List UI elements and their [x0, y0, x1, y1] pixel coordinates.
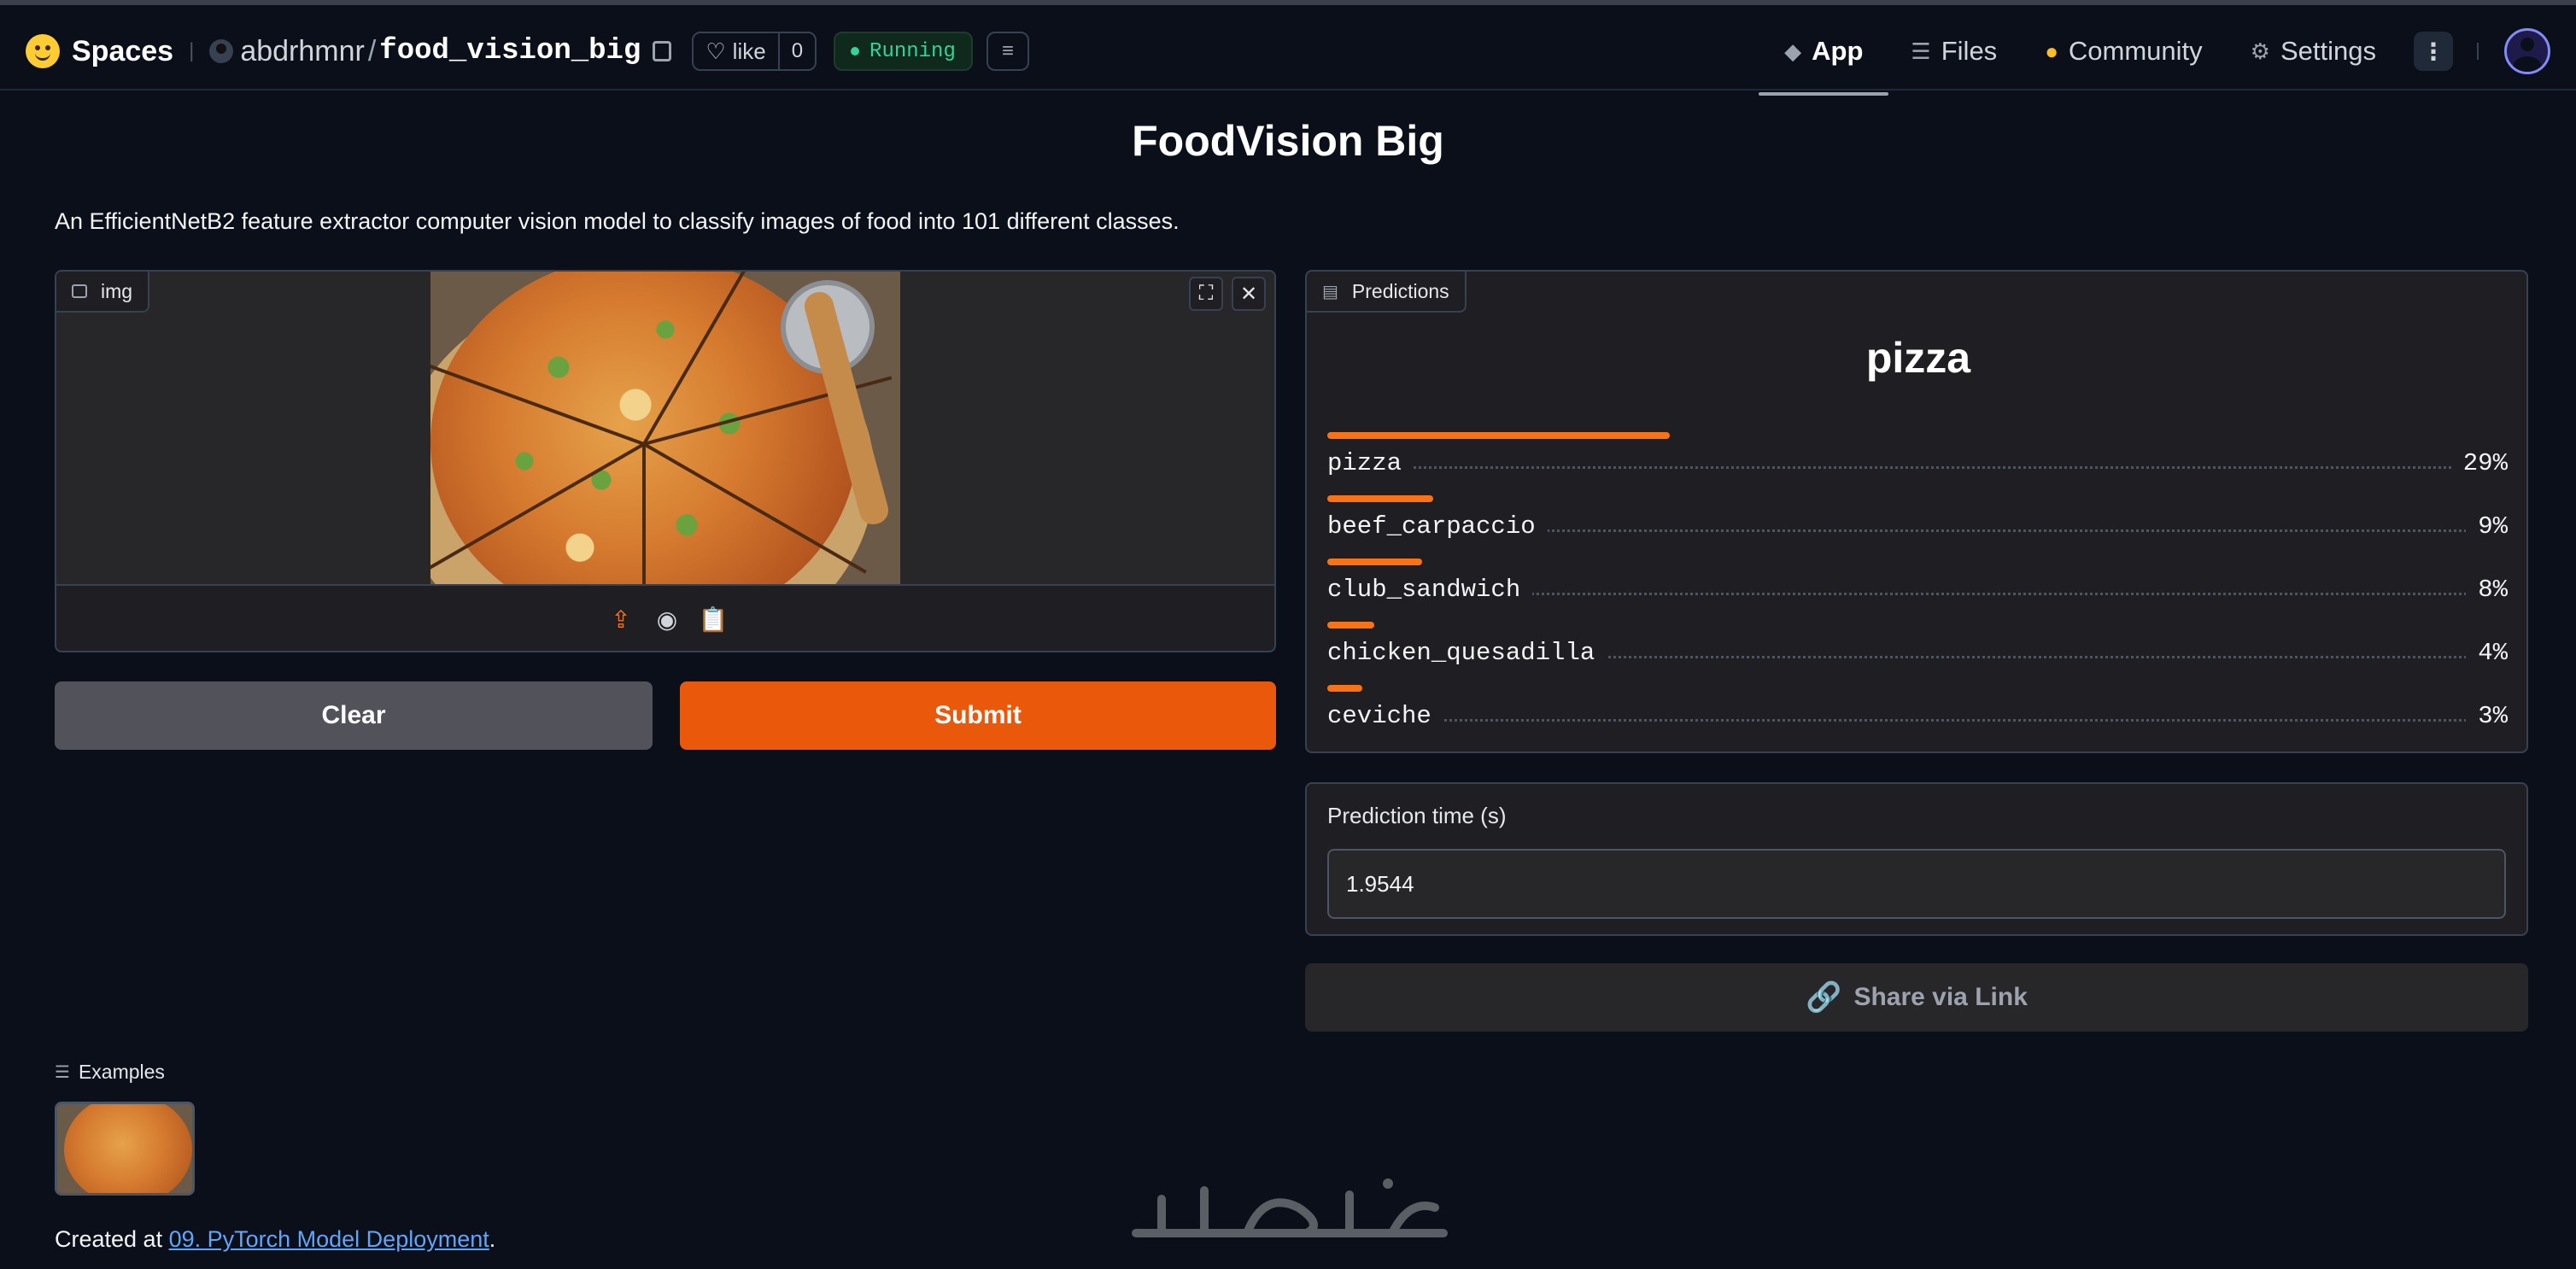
files-icon: ☰: [1911, 38, 1931, 64]
spaces-link[interactable]: Spaces: [72, 35, 173, 68]
cube-icon: ◆: [1784, 38, 1802, 64]
footer-link[interactable]: 09. PyTorch Model Deployment: [169, 1226, 489, 1252]
tab-settings-label: Settings: [2280, 36, 2376, 66]
confidence-row[interactable]: ceviche 3%: [1327, 685, 2508, 748]
confidence-bar: [1327, 622, 1374, 629]
webcam-icon[interactable]: ◉: [653, 605, 681, 633]
uploaded-image: [430, 272, 900, 584]
predictions-panel: ▤ Predictions pizza pizza 29% beef_carpa…: [1305, 270, 2528, 753]
confidence-label: chicken_quesadilla: [1327, 639, 1607, 667]
image-input-label: img: [56, 272, 150, 313]
like-label: like: [732, 38, 766, 64]
image-preview-area[interactable]: [56, 272, 1274, 584]
bar-chart-icon: ▤: [1322, 282, 1338, 301]
space-tabs: ◆ App ☰ Files ● Community ⚙ Settings ⋮: [1736, 27, 2550, 96]
examples-header: ☰ Examples: [55, 1061, 165, 1084]
source-selector: ⇪ ◉ 📋: [56, 584, 1274, 651]
like-button[interactable]: ♡ like 0: [692, 32, 817, 71]
predictions-label-text: Predictions: [1351, 279, 1449, 302]
avatar[interactable]: [2504, 28, 2550, 74]
confidence-label: ceviche: [1327, 702, 1443, 730]
page-title: FoodVision Big: [1132, 117, 1444, 165]
status-badge[interactable]: Running: [834, 32, 973, 71]
status-dot-icon: [851, 47, 860, 56]
image-input-label-text: img: [101, 279, 133, 302]
gear-icon: ⚙: [2250, 38, 2270, 64]
owner-link[interactable]: abdrhmnr: [240, 35, 365, 68]
confidence-row[interactable]: pizza 29%: [1327, 432, 2508, 495]
confidence-percent: 9%: [2466, 512, 2508, 541]
tab-app-label: App: [1812, 36, 1864, 66]
heart-icon: ♡: [705, 38, 726, 64]
confidence-percent: 3%: [2466, 702, 2508, 730]
close-icon[interactable]: ✕: [1232, 277, 1266, 311]
prediction-time-label: Prediction time (s): [1327, 803, 1507, 828]
confidence-percent: 4%: [2466, 639, 2508, 667]
app-description: An EfficientNetB2 feature extractor comp…: [55, 208, 1180, 234]
divider: [2477, 43, 2479, 60]
tab-files[interactable]: ☰ Files: [1911, 27, 1997, 75]
breadcrumb: Spaces | abdrhmnr / food_vision_big ♡ li…: [26, 27, 1029, 75]
confidence-label: beef_carpaccio: [1327, 512, 1548, 541]
watermark-logo: [1132, 1178, 1448, 1237]
tab-community[interactable]: ● Community: [2045, 27, 2202, 75]
like-main[interactable]: ♡ like: [694, 33, 777, 69]
confidence-percent: 29%: [2450, 449, 2508, 477]
footer-prefix: Created at: [55, 1226, 169, 1252]
prediction-time-field[interactable]: 1.9544: [1327, 849, 2506, 919]
tab-files-label: Files: [1941, 36, 1998, 66]
confidence-row[interactable]: beef_carpaccio 9%: [1327, 495, 2508, 558]
link-icon: 🔗: [1806, 981, 1842, 1014]
confidence-label: club_sandwich: [1327, 576, 1533, 604]
confidence-bar: [1327, 685, 1362, 692]
confidence-row[interactable]: chicken_quesadilla 4%: [1327, 622, 2508, 685]
clipboard-icon[interactable]: 📋: [699, 605, 729, 633]
community-icon: ●: [2045, 38, 2058, 64]
footer-suffix: .: [489, 1226, 496, 1252]
fullscreen-icon[interactable]: ⛶: [1189, 277, 1223, 311]
clear-button[interactable]: Clear: [55, 681, 653, 750]
confidence-bar: [1327, 432, 1670, 439]
more-options-icon[interactable]: ⋮: [2414, 32, 2453, 71]
confidence-bar: [1327, 495, 1433, 502]
image-input-panel: img ⛶ ✕ ⇪ ◉ 📋: [55, 270, 1276, 652]
footer: Created at 09. PyTorch Model Deployment.: [55, 1226, 495, 1253]
image-tools: ⛶ ✕: [1189, 277, 1266, 311]
status-text: Running: [869, 39, 956, 63]
logs-icon[interactable]: ≡: [986, 32, 1029, 71]
path-separator: /: [367, 34, 377, 67]
examples-label: Examples: [78, 1061, 165, 1083]
confidence-bar: [1327, 558, 1422, 565]
confidence-percent: 8%: [2466, 576, 2508, 604]
confidence-row[interactable]: club_sandwich 8%: [1327, 558, 2508, 622]
tab-settings[interactable]: ⚙ Settings: [2251, 27, 2376, 75]
share-button-label: Share via Link: [1853, 983, 2028, 1011]
tab-community-label: Community: [2068, 36, 2203, 66]
copy-icon[interactable]: [653, 41, 672, 61]
like-count: 0: [777, 33, 815, 69]
tab-app[interactable]: ◆ App: [1759, 27, 1889, 96]
predictions-label: ▤ Predictions: [1307, 272, 1467, 313]
image-icon: [72, 284, 87, 298]
top-navbar: Spaces | abdrhmnr / food_vision_big ♡ li…: [0, 0, 2576, 96]
list-icon: ☰: [55, 1063, 70, 1082]
upload-icon[interactable]: ⇪: [607, 605, 635, 633]
divider: |: [189, 39, 195, 62]
huggingface-logo-icon[interactable]: [26, 34, 60, 68]
example-image-pizza[interactable]: [55, 1102, 195, 1196]
prediction-time-panel: Prediction time (s) 1.9544: [1305, 782, 2528, 936]
share-button[interactable]: 🔗 Share via Link: [1305, 963, 2528, 1032]
confidence-label: pizza: [1327, 449, 1414, 477]
top-prediction: pizza: [1865, 334, 1971, 382]
submit-button[interactable]: Submit: [680, 681, 1276, 750]
user-icon: [209, 39, 234, 63]
repo-name-link[interactable]: food_vision_big: [379, 35, 641, 67]
